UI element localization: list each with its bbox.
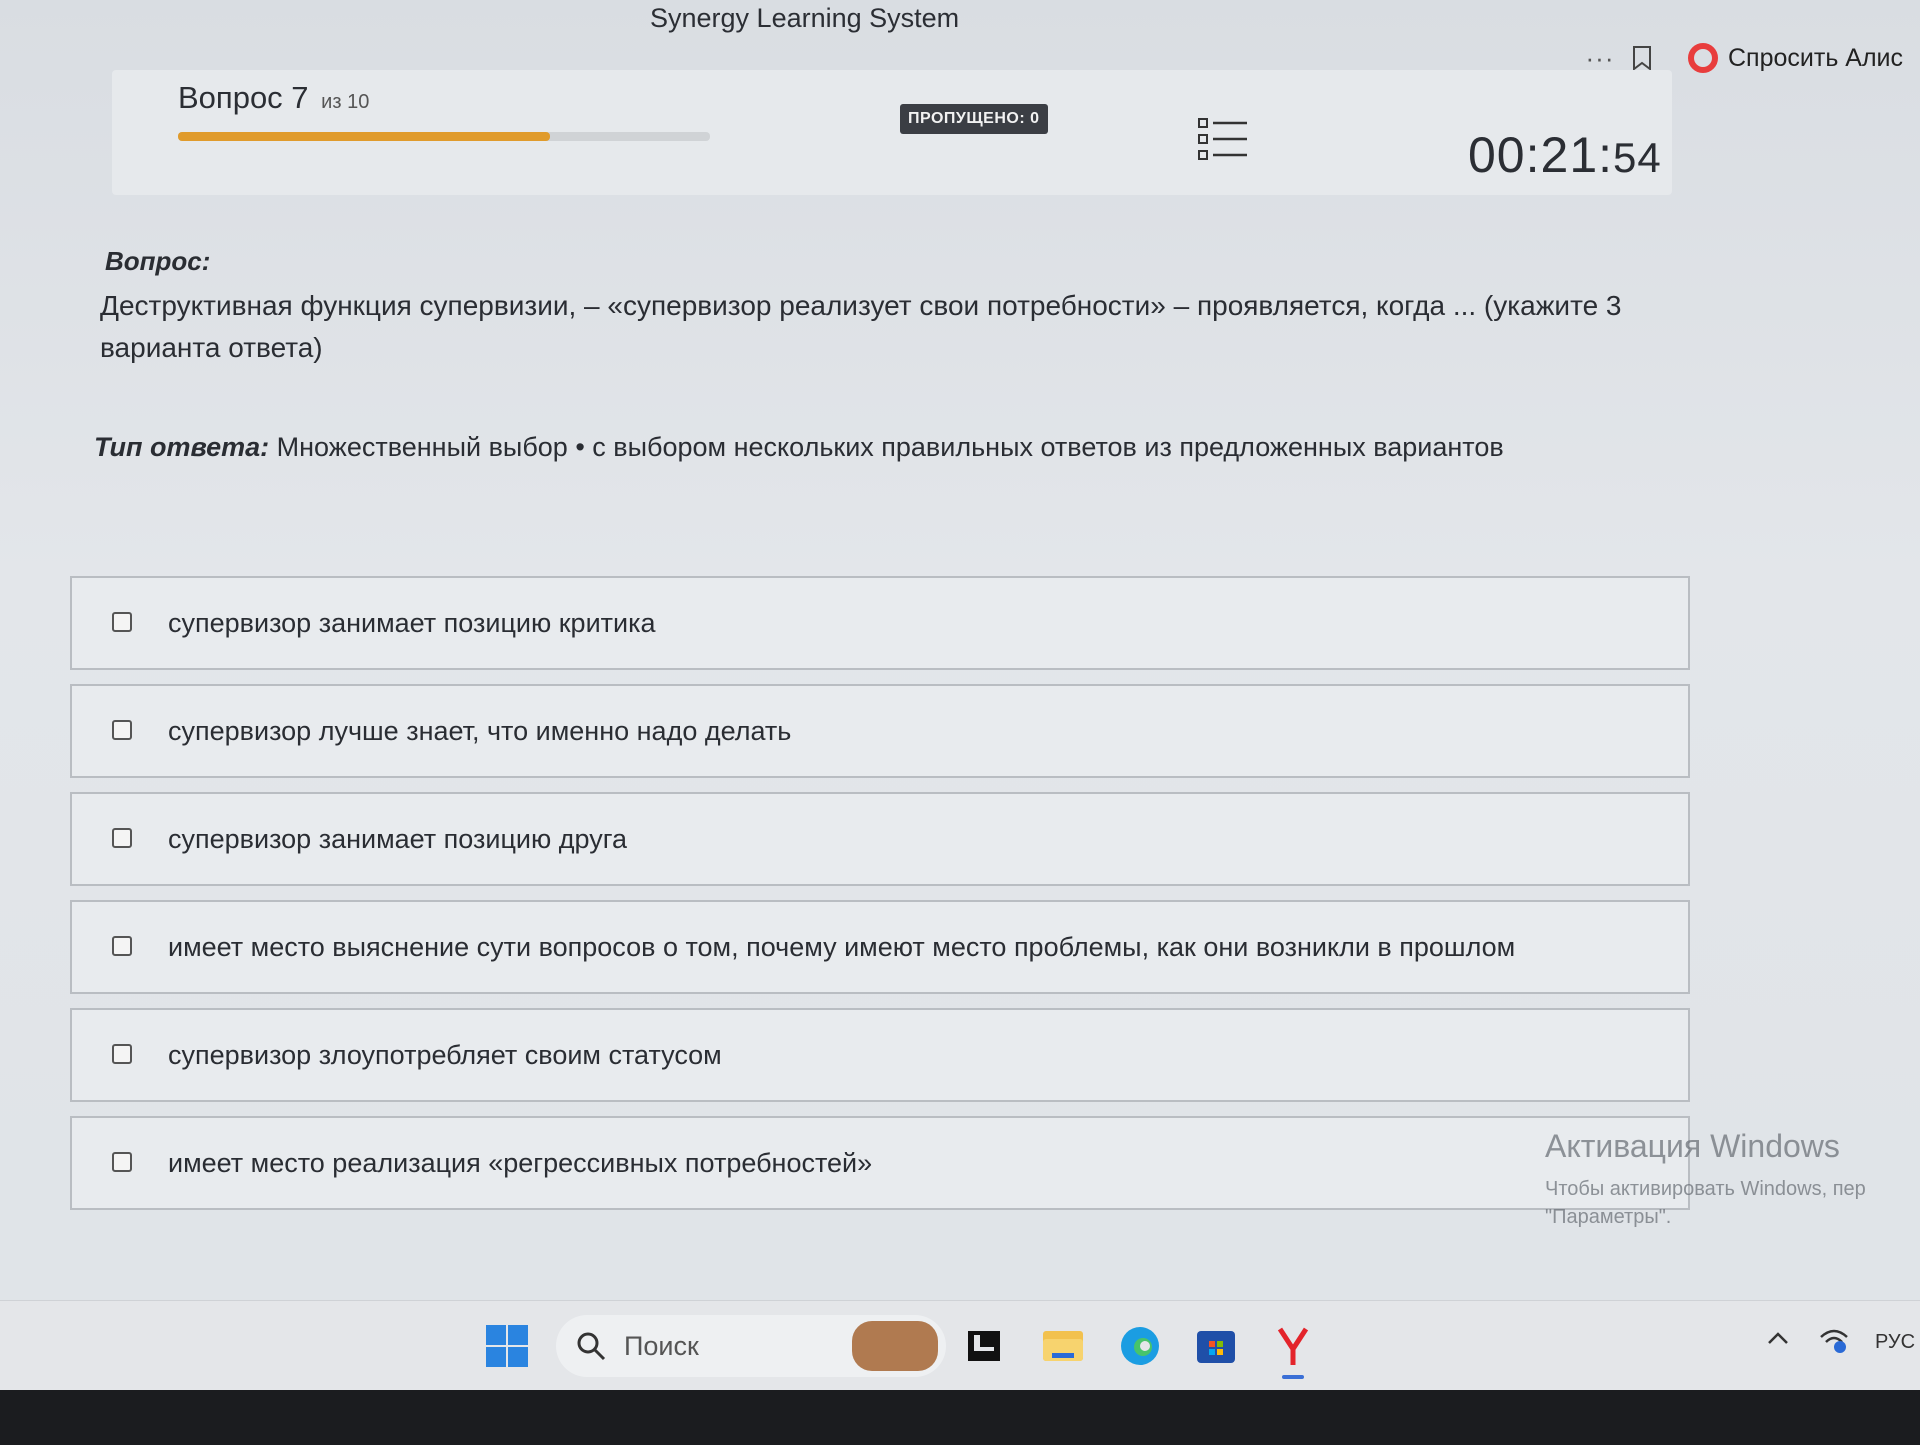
option-label: супервизор занимает позицию друга bbox=[168, 823, 627, 854]
search-icon bbox=[577, 1332, 606, 1361]
timer-main: 00:21: bbox=[1468, 127, 1614, 183]
option-label: имеет место выяснение сути вопросов о то… bbox=[168, 931, 1516, 962]
option-checkbox[interactable] bbox=[112, 1152, 132, 1172]
option-checkbox[interactable] bbox=[112, 720, 132, 740]
taskbar: Поиск РУС bbox=[0, 1300, 1920, 1390]
option-label: супервизор лучше знает, что именно надо … bbox=[168, 715, 792, 746]
option-checkbox[interactable] bbox=[112, 612, 132, 632]
question-total: из 10 bbox=[321, 91, 370, 113]
search-placeholder: Поиск bbox=[624, 1330, 699, 1361]
edge-icon[interactable] bbox=[1117, 1323, 1163, 1369]
active-app-indicator bbox=[1282, 1375, 1304, 1379]
option-checkbox[interactable] bbox=[112, 1044, 132, 1064]
terminal-icon[interactable] bbox=[962, 1323, 1008, 1369]
windows-start-icon[interactable] bbox=[484, 1323, 530, 1369]
option-label: супервизор злоупотребляет своим статусом bbox=[168, 1039, 722, 1070]
windows-activation-watermark: Активация Windows Чтобы активировать Win… bbox=[1545, 1128, 1920, 1231]
file-explorer-icon[interactable] bbox=[1040, 1323, 1086, 1369]
yandex-browser-icon[interactable] bbox=[1270, 1323, 1316, 1379]
chevron-up-icon[interactable] bbox=[1766, 1329, 1790, 1352]
watermark-title: Активация Windows bbox=[1545, 1128, 1840, 1164]
window-titlebar: Synergy Learning System bbox=[0, 0, 1920, 40]
option-6[interactable]: имеет место реализация «регрессивных пот… bbox=[70, 1116, 1690, 1210]
answer-type-label: Тип ответа: bbox=[94, 432, 270, 462]
question-label: Вопрос: bbox=[105, 246, 211, 276]
skipped-badge[interactable]: ПРОПУЩЕНО: 0 bbox=[900, 104, 1048, 134]
watermark-text: Чтобы активировать Windows, пер "Парамет… bbox=[1545, 1175, 1920, 1231]
alice-icon bbox=[1688, 43, 1718, 73]
network-icon[interactable] bbox=[1818, 1327, 1850, 1361]
question-list-icon[interactable] bbox=[1197, 116, 1249, 162]
question-number: Вопрос 7 bbox=[178, 80, 309, 115]
option-5[interactable]: супервизор злоупотребляет своим статусом bbox=[70, 1008, 1690, 1102]
option-2[interactable]: супервизор лучше знает, что именно надо … bbox=[70, 684, 1690, 778]
option-label: супервизор занимает позицию критика bbox=[168, 607, 656, 638]
question-text: Деструктивная функция супервизии, – «суп… bbox=[100, 290, 1622, 363]
ask-alice-button[interactable]: Спросить Алис bbox=[1688, 43, 1903, 73]
answer-type: Тип ответа: Множественный выбор • с выбо… bbox=[94, 432, 1694, 463]
timer: 00:21:54 bbox=[1468, 126, 1662, 184]
answer-type-value: Множественный выбор • с выбором нескольк… bbox=[276, 432, 1504, 462]
store-icon[interactable] bbox=[1193, 1323, 1239, 1369]
ask-alice-label: Спросить Алис bbox=[1728, 43, 1904, 72]
progress-bar bbox=[178, 132, 710, 141]
timer-seconds: 54 bbox=[1613, 134, 1662, 181]
option-1[interactable]: супервизор занимает позицию критика bbox=[70, 576, 1690, 670]
window-title: Synergy Learning System bbox=[650, 3, 960, 33]
option-3[interactable]: супервизор занимает позицию друга bbox=[70, 792, 1690, 886]
progress-fill bbox=[178, 132, 551, 141]
question-counter: Вопрос 7 из 10 bbox=[178, 80, 369, 116]
option-checkbox[interactable] bbox=[112, 828, 132, 848]
screen-bezel bbox=[0, 1390, 1920, 1445]
news-widget-icon[interactable] bbox=[852, 1321, 938, 1371]
option-4[interactable]: имеет место выяснение сути вопросов о то… bbox=[70, 900, 1690, 994]
language-indicator[interactable]: РУС bbox=[1875, 1331, 1915, 1354]
screen: Synergy Learning System ··· Спросить Али… bbox=[0, 0, 1920, 1445]
options-list: супервизор занимает позицию критика супе… bbox=[70, 576, 1690, 1224]
option-checkbox[interactable] bbox=[112, 936, 132, 956]
quiz-header: Вопрос 7 из 10 ПРОПУЩЕНО: 0 00:21:54 bbox=[112, 70, 1672, 195]
more-menu-icon[interactable]: ··· bbox=[1580, 43, 1620, 74]
watermark-line-1: Чтобы активировать Windows, пер bbox=[1545, 1178, 1866, 1200]
watermark-line-2: "Параметры". bbox=[1545, 1206, 1672, 1228]
option-label: имеет место реализация «регрессивных пот… bbox=[168, 1147, 873, 1178]
